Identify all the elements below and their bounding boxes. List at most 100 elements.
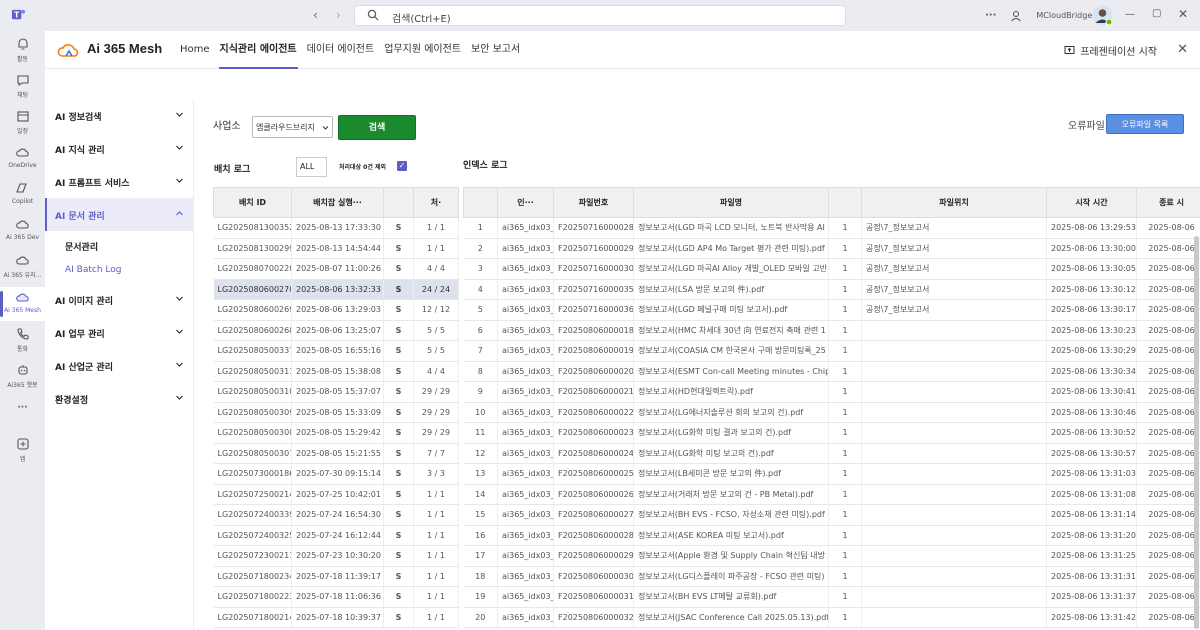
close-window-icon[interactable]: ✕ bbox=[1178, 7, 1188, 21]
minimize-icon[interactable]: — bbox=[1125, 9, 1135, 20]
sidebar-subitem-document-manage[interactable]: 문서관리 bbox=[65, 240, 98, 253]
sidebar-subitem-batch-log[interactable]: AI Batch Log bbox=[65, 265, 121, 275]
username-label[interactable]: MCloudBridge bbox=[1036, 11, 1092, 20]
batch-log-row[interactable]: LG2025072300211 2025-07-23 10:30:20 S 1 / 1 bbox=[213, 545, 459, 567]
more-icon: ··· bbox=[17, 403, 28, 413]
batch-log-row[interactable]: LG2025080500309 2025-08-05 15:33:09 S 29 / … bbox=[213, 402, 459, 423]
batch-run-time-cell: 2025-08-06 13:32:33 bbox=[291, 279, 384, 300]
index-log-row[interactable]: 6 ai365_idx03_c F20250806000018 정보보고서(HMC 차… bbox=[463, 320, 1200, 341]
index-column-header[interactable]: 파일위치 bbox=[861, 187, 1047, 218]
global-search-input[interactable]: 검색(Ctrl+E) bbox=[354, 5, 846, 26]
batch-log-row[interactable]: LG2025080500311 2025-08-05 15:38:08 S 4 / 4 bbox=[213, 361, 459, 382]
close-app-icon[interactable]: ✕ bbox=[1177, 42, 1188, 57]
rail-item-chat[interactable]: 채팅 bbox=[0, 73, 45, 103]
error-file-list-button[interactable]: 오류파일 목록 bbox=[1106, 114, 1184, 134]
rail-item-apps[interactable]: 앱 bbox=[0, 437, 45, 467]
index-column-header[interactable]: 파일번호 bbox=[553, 187, 634, 218]
batch-log-row[interactable]: LG2025072400339 2025-07-24 16:54:30 S 1 / 1 bbox=[213, 504, 459, 526]
batch-log-row[interactable]: LG2025080500307 2025-08-05 15:21:55 S 7 / 7 bbox=[213, 443, 459, 464]
index-log-row[interactable]: 4 ai365_idx03_c F20250716000035 정보보고서(LSA 방… bbox=[463, 279, 1200, 300]
index-log-row[interactable]: 13 ai365_idx03_c F20250806000025 정보보고서(LB세미… bbox=[463, 463, 1200, 485]
index-log-row[interactable]: 16 ai365_idx03_c F20250806000028 정보보고서(ASE … bbox=[463, 525, 1200, 546]
index-log-row[interactable]: 20 ai365_idx03_c F20250806000032 정보보고서(JSAC… bbox=[463, 607, 1200, 628]
batch-column-header[interactable]: 배치잡 실행··· bbox=[291, 187, 384, 218]
batch-log-row[interactable]: LG2025071800214 2025-07-18 10:39:37 S 1 / 1 bbox=[213, 607, 459, 628]
back-arrow-icon[interactable]: ‹ bbox=[313, 8, 318, 22]
batch-log-row[interactable]: LG2025080600269 2025-08-06 13:29:03 S 12 / … bbox=[213, 299, 459, 321]
batch-log-row[interactable]: LG2025080500310 2025-08-05 15:37:07 S 29 / … bbox=[213, 381, 459, 403]
index-log-row[interactable]: 12 ai365_idx03_c F20250806000024 정보보고서(LG화학… bbox=[463, 443, 1200, 464]
file-location-cell bbox=[861, 361, 1047, 382]
batch-log-row[interactable]: LG2025080500337 2025-08-05 16:55:16 S 5 / 5 bbox=[213, 340, 459, 362]
org-shield-icon[interactable] bbox=[1010, 10, 1022, 22]
rail-item-chatbot[interactable]: Ai365 챗봇 bbox=[0, 363, 45, 393]
index-column-header[interactable]: 인··· bbox=[497, 187, 554, 218]
batch-column-header[interactable] bbox=[383, 187, 414, 218]
batch-log-row[interactable]: LG2025073000186 2025-07-30 09:15:14 S 3 / 3 bbox=[213, 463, 459, 485]
batch-log-row[interactable]: LG2025080700220 2025-08-07 11:00:26 S 4 / 4 bbox=[213, 258, 459, 280]
batch-log-row[interactable]: LG2025072500214 2025-07-25 10:42:01 S 1 / 1 bbox=[213, 484, 459, 505]
index-column-header[interactable]: 파일명 bbox=[633, 187, 829, 218]
tab-data-agent[interactable]: 데이터 에이전트 bbox=[302, 31, 380, 69]
batch-log-row[interactable]: LG2025080600270 2025-08-06 13:32:33 S 24 / … bbox=[213, 279, 459, 300]
restore-icon[interactable]: ▢ bbox=[1152, 8, 1161, 19]
batch-log-row[interactable]: LG2025080500308 2025-08-05 15:29:42 S 29 / … bbox=[213, 422, 459, 444]
vertical-scrollbar[interactable] bbox=[1194, 236, 1199, 629]
rail-item-call[interactable]: 통화 bbox=[0, 327, 45, 357]
rail-item-ai365-mesh[interactable]: Ai 365 Mesh bbox=[0, 287, 45, 321]
batch-column-header[interactable]: 배치 ID bbox=[213, 187, 292, 218]
index-log-row[interactable]: 18 ai365_idx03_c F20250806000030 정보보고서(LG디스… bbox=[463, 566, 1200, 587]
rail-item-calendar[interactable]: 일정 bbox=[0, 109, 45, 139]
index-log-row[interactable]: 5 ai365_idx03_c F20250716000036 정보보고서(LGD 페… bbox=[463, 299, 1200, 321]
batch-log-row[interactable]: LG2025081300299 2025-08-13 14:54:44 S 1 / 1 bbox=[213, 238, 459, 259]
tab-knowledge-agent[interactable]: 지식관리 에이전트 bbox=[215, 31, 302, 69]
index-log-row[interactable]: 1 ai365_idx03_c F20250716000028 정보보고서(LGD 마… bbox=[463, 217, 1200, 239]
batch-log-row[interactable]: LG2025071800223 2025-07-18 11:06:36 S 1 / 1 bbox=[213, 586, 459, 608]
batch-log-row[interactable]: LG2025072400325 2025-07-24 16:12:44 S 1 / 1 bbox=[213, 525, 459, 546]
forward-arrow-icon[interactable]: › bbox=[336, 8, 341, 22]
rail-item-ai365-dev[interactable]: Ai 365 Dev bbox=[0, 217, 45, 247]
search-button[interactable]: 검색 bbox=[338, 115, 416, 140]
rail-item-activity[interactable]: 활동 bbox=[0, 37, 45, 67]
index-log-row[interactable]: 15 ai365_idx03_c F20250806000027 정보보고서(BH E… bbox=[463, 504, 1200, 526]
start-presentation-button[interactable]: 프레젠테이션 시작 bbox=[1064, 43, 1157, 58]
index-log-row[interactable]: 9 ai365_idx03_c F20250806000021 정보보고서(HD현대일… bbox=[463, 381, 1200, 403]
sidebar-item-ai-industry[interactable]: AI 산업군 관리 bbox=[45, 349, 194, 382]
index-log-row[interactable]: 10 ai365_idx03_c F20250806000022 정보보고서(LG에너… bbox=[463, 402, 1200, 423]
index-column-header[interactable]: 시작 시간 bbox=[1046, 187, 1137, 218]
rail-item-ai365-maint[interactable]: Ai 365 유지... bbox=[0, 253, 45, 283]
index-log-row[interactable]: 2 ai365_idx03_c F20250716000029 정보보고서(LGD A… bbox=[463, 238, 1200, 259]
rail-more-button[interactable]: ··· bbox=[0, 403, 45, 419]
index-log-row[interactable]: 11 ai365_idx03_c F20250806000023 정보보고서(LG화학… bbox=[463, 422, 1200, 444]
avatar[interactable] bbox=[1092, 5, 1113, 26]
batch-filter-input[interactable]: ALL bbox=[296, 157, 327, 177]
sidebar-item-settings[interactable]: 환경설정 bbox=[45, 382, 194, 415]
index-column-header[interactable] bbox=[828, 187, 862, 218]
more-options-icon[interactable]: ··· bbox=[985, 10, 996, 21]
index-column-header[interactable]: 종료 시 bbox=[1136, 187, 1200, 218]
sidebar-item-ai-prompt[interactable]: AI 프롬프트 서비스 bbox=[45, 165, 194, 198]
tab-home[interactable]: Home bbox=[175, 31, 215, 69]
sidebar-item-ai-work[interactable]: AI 업무 관리 bbox=[45, 316, 194, 349]
sidebar-item-ai-document[interactable]: AI 문서 관리 bbox=[45, 198, 194, 231]
index-log-row[interactable]: 14 ai365_idx03_c F20250806000026 정보보고서(거래처 … bbox=[463, 484, 1200, 505]
index-log-row[interactable]: 17 ai365_idx03_c F20250806000029 정보보고서(Appl… bbox=[463, 545, 1200, 567]
rail-item-copilot[interactable]: Copilot bbox=[0, 181, 45, 211]
index-log-row[interactable]: 8 ai365_idx03_c F20250806000020 정보보고서(ESMT … bbox=[463, 361, 1200, 382]
index-log-row[interactable]: 19 ai365_idx03_c F20250806000031 정보보고서(BH E… bbox=[463, 586, 1200, 608]
batch-log-row[interactable]: LG2025081300352 2025-08-13 17:33:30 S 1 / 1 bbox=[213, 217, 459, 239]
batch-log-row[interactable]: LG2025071800234 2025-07-18 11:39:17 S 1 / 1 bbox=[213, 566, 459, 587]
biz-select[interactable]: 엠클라우드브리지 bbox=[252, 116, 333, 138]
batch-log-row[interactable]: LG2025080600268 2025-08-06 13:25:07 S 5 / 5 bbox=[213, 320, 459, 341]
tab-work-support-agent[interactable]: 업무지원 에이전트 bbox=[379, 31, 466, 69]
index-log-row[interactable]: 7 ai365_idx03_c F20250806000019 정보보고서(COASI… bbox=[463, 340, 1200, 362]
sidebar-item-ai-search[interactable]: AI 정보검색 bbox=[45, 99, 194, 132]
exclude-zero-checkbox[interactable]: ✓ bbox=[397, 161, 407, 171]
index-log-row[interactable]: 3 ai365_idx03_c F20250716000030 정보보고서(LGD 마… bbox=[463, 258, 1200, 280]
index-column-header[interactable] bbox=[463, 187, 498, 218]
sidebar-item-ai-image[interactable]: AI 이미지 관리 bbox=[45, 283, 194, 316]
rail-item-onedrive[interactable]: OneDrive bbox=[0, 145, 45, 175]
batch-column-header[interactable]: 처· bbox=[413, 187, 459, 218]
sidebar-item-ai-knowledge[interactable]: AI 지식 관리 bbox=[45, 132, 194, 165]
tab-security-report[interactable]: 보안 보고서 bbox=[466, 31, 525, 69]
